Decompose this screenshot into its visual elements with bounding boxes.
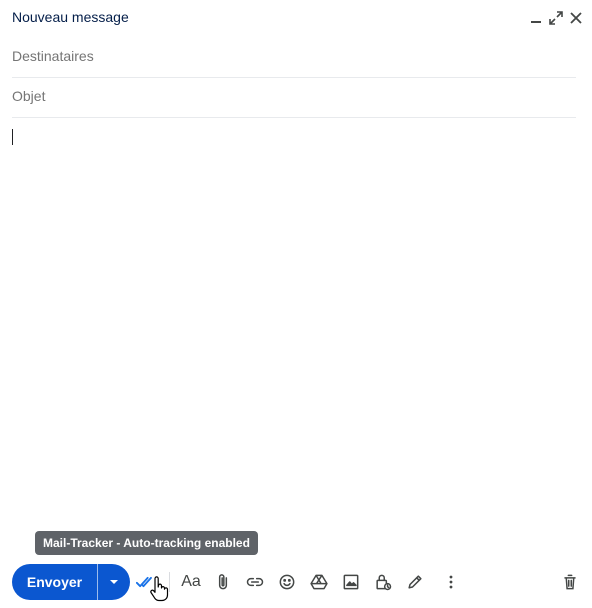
format-text-label: Aa — [181, 573, 201, 590]
mail-tracker-tooltip: Mail-Tracker - Auto-tracking enabled — [35, 531, 258, 555]
send-options-icon — [110, 580, 118, 584]
link-icon[interactable] — [243, 570, 267, 594]
signature-pen-icon[interactable] — [403, 570, 427, 594]
mouse-pointer-hand-icon — [150, 576, 169, 602]
drive-icon[interactable] — [307, 570, 331, 594]
subject-input[interactable] — [12, 77, 572, 115]
format-text-icon[interactable]: Aa — [179, 570, 203, 594]
recipients-input[interactable] — [12, 37, 572, 75]
text-caret — [12, 129, 13, 145]
emoji-icon[interactable] — [275, 570, 299, 594]
photo-icon[interactable] — [339, 570, 363, 594]
recipients-field — [12, 37, 576, 78]
attach-icon[interactable] — [211, 570, 235, 594]
compose-title: Nouveau message — [12, 9, 129, 25]
compose-header: Nouveau message — [0, 0, 592, 36]
send-button-group: Envoyer — [12, 564, 130, 600]
expand-icon[interactable] — [547, 9, 565, 27]
send-options-button[interactable] — [98, 564, 130, 600]
close-icon[interactable] — [567, 9, 585, 27]
more-options-icon[interactable] — [439, 570, 463, 594]
minimize-icon[interactable] — [527, 9, 545, 27]
send-button[interactable]: Envoyer — [12, 564, 97, 600]
trash-icon[interactable] — [558, 570, 582, 594]
message-body[interactable] — [12, 127, 578, 517]
confidential-lock-icon[interactable] — [371, 570, 395, 594]
subject-field — [12, 77, 576, 118]
